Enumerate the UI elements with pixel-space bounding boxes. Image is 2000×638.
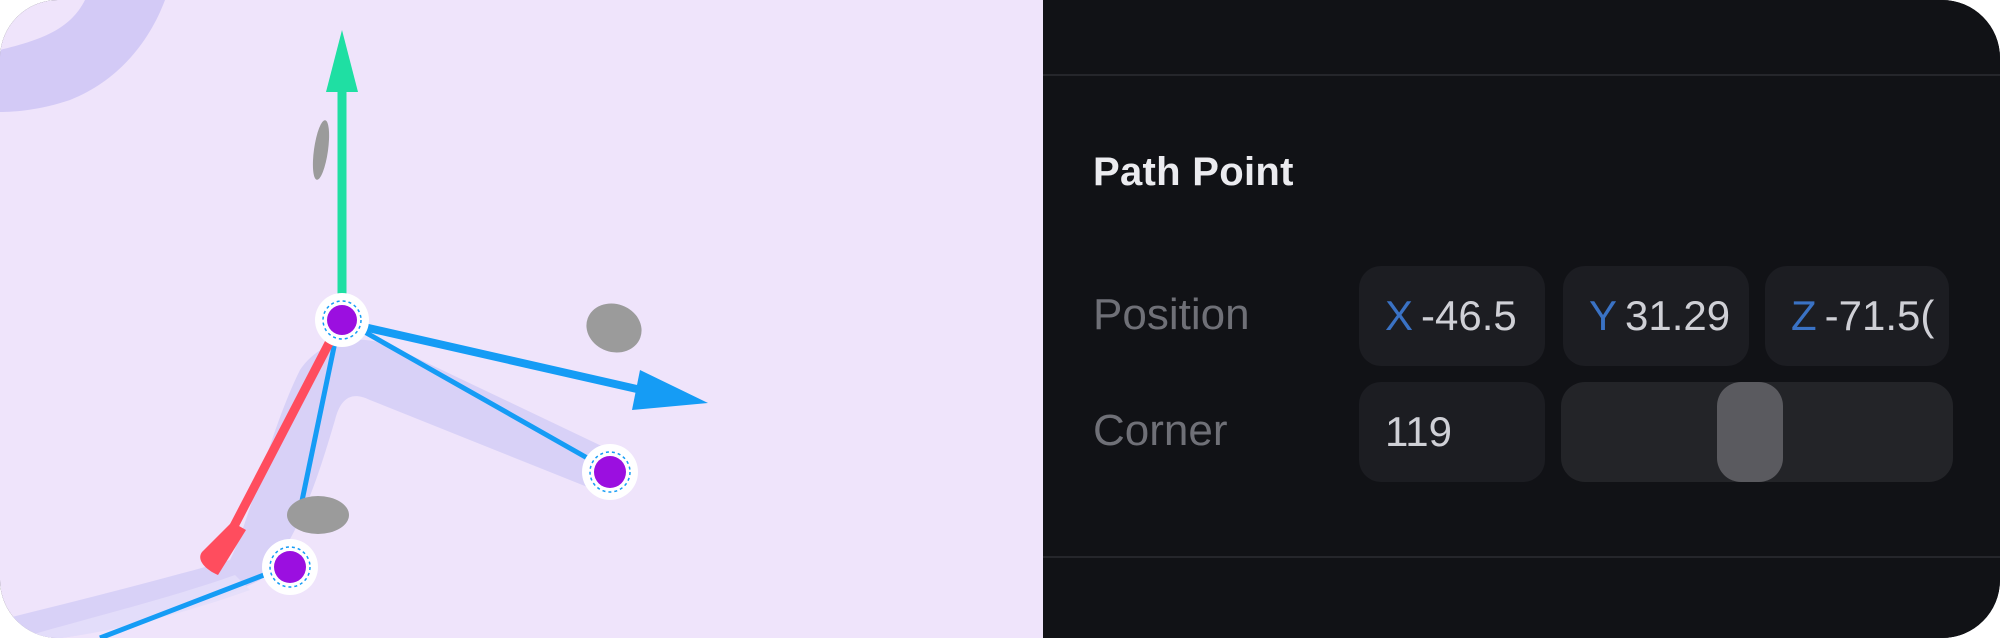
rotate-handle-right[interactable]	[579, 296, 648, 360]
z-axis-label: Z	[1791, 292, 1817, 339]
x-axis-label: X	[1385, 292, 1414, 339]
y-value: 31.29	[1625, 292, 1731, 339]
position-z-field[interactable]: Z -71.5(	[1765, 266, 1949, 366]
section-title: Path Point	[1093, 150, 1294, 194]
position-label: Position	[1093, 290, 1250, 339]
path-point-right[interactable]	[582, 444, 638, 500]
gizmo-z-arrowhead[interactable]	[632, 370, 708, 410]
corner-label: Corner	[1093, 406, 1228, 455]
path-point-selected[interactable]	[315, 293, 369, 347]
position-x-field[interactable]: X -46.5	[1359, 266, 1545, 366]
rotate-handle-top[interactable]	[310, 119, 332, 180]
3d-viewport[interactable]	[0, 0, 1043, 638]
viewport-canvas	[0, 0, 708, 638]
path-tube-top	[0, 0, 165, 112]
panel-divider-bottom	[1043, 556, 2000, 558]
properties-panel: Path Point Position X -46.5 Y 31.29 Z -7…	[1043, 0, 2000, 638]
position-y-field[interactable]: Y 31.29	[1563, 266, 1749, 366]
y-axis-label: Y	[1589, 292, 1618, 339]
corner-slider-thumb[interactable]	[1717, 382, 1783, 482]
x-value: -46.5	[1421, 292, 1517, 339]
rotate-handle-bottom[interactable]	[287, 496, 349, 534]
app-frame: Path Point Position X -46.5 Y 31.29 Z -7…	[0, 0, 2000, 638]
corner-value-field[interactable]: 119	[1359, 382, 1545, 482]
corner-value: 119	[1385, 408, 1452, 455]
gizmo-y-arrowhead[interactable]	[326, 30, 358, 92]
corner-slider[interactable]	[1561, 382, 1953, 482]
panel-divider-top	[1043, 74, 2000, 76]
z-value: -71.5(	[1824, 292, 1935, 339]
path-point-bottom[interactable]	[262, 539, 318, 595]
